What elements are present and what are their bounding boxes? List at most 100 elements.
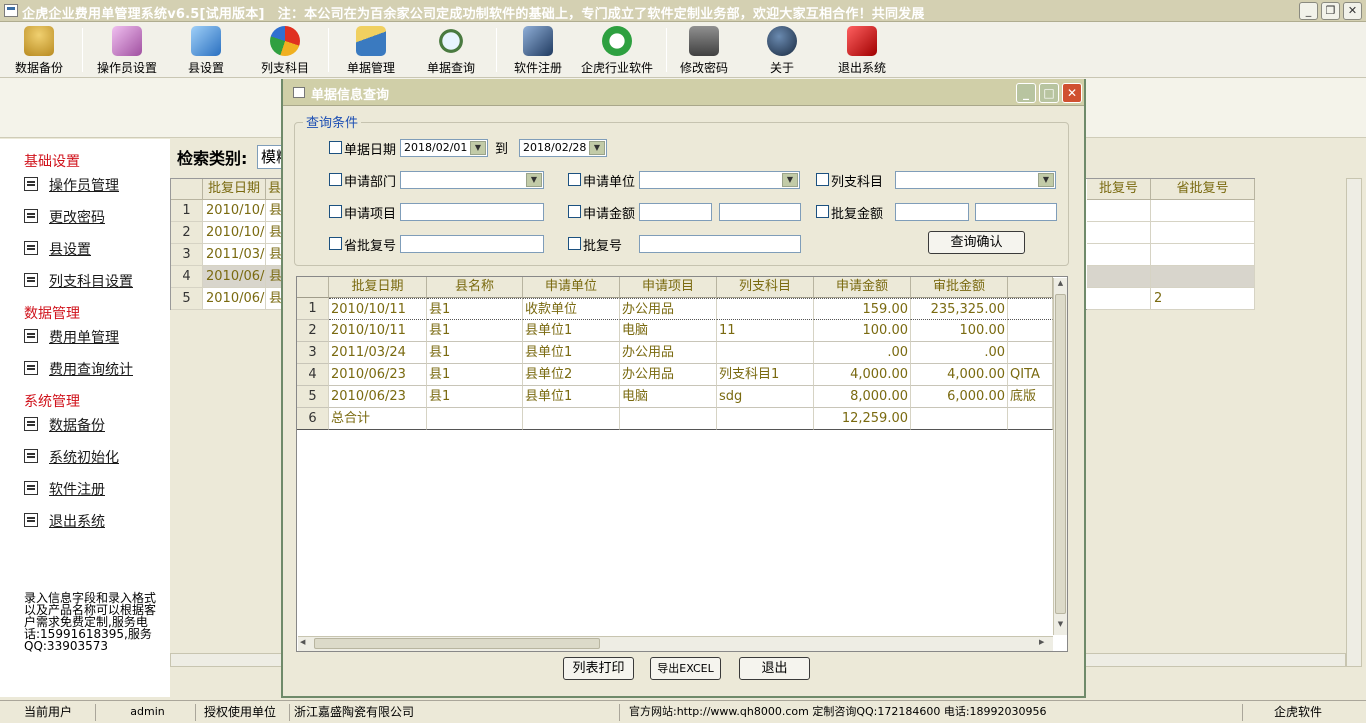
table-cell[interactable]: 2010/06/23 [329, 364, 427, 386]
amount-checkbox[interactable]: 申请金额 [568, 204, 638, 222]
table-cell[interactable] [717, 342, 814, 364]
table-cell[interactable]: 8,000.00 [814, 386, 911, 408]
grid-header-item[interactable]: 申请项目 [620, 277, 717, 298]
table-cell[interactable]: 县单位2 [523, 364, 620, 386]
table-cell[interactable]: 收款单位 [523, 298, 620, 320]
dialog-close-button[interactable]: ✕ [1062, 83, 1082, 103]
restore-button[interactable]: ❐ [1321, 2, 1340, 20]
grid-header-extra[interactable] [1008, 277, 1053, 298]
table-cell[interactable]: 2010/10/1 [203, 200, 266, 222]
approved-amount-checkbox[interactable]: 批复金额 [816, 204, 886, 222]
table-cell[interactable]: 电脑 [620, 320, 717, 342]
table-cell-selected[interactable]: 2010/06/2 [203, 266, 266, 288]
toolbar-industry-button[interactable]: 企虎行业软件 [578, 24, 656, 76]
chevron-down-icon[interactable]: ▼ [1038, 173, 1054, 187]
amount-max-input[interactable] [719, 203, 801, 221]
table-cell[interactable]: QITA [1008, 364, 1053, 386]
table-cell[interactable]: 办公用品 [620, 364, 717, 386]
amount-min-input[interactable] [639, 203, 712, 221]
table-cell[interactable]: 2011/03/24 [329, 342, 427, 364]
unit-checkbox[interactable]: 申请单位 [568, 172, 638, 190]
grid-header-approved[interactable]: 审批金额 [911, 277, 1008, 298]
toolbar-about-button[interactable]: 关于 [755, 24, 809, 76]
toolbar-doc-query-button[interactable]: 单据查询 [420, 24, 482, 76]
table-cell[interactable]: 县1 [427, 364, 523, 386]
subject-select[interactable]: ▼ [895, 171, 1056, 189]
query-confirm-button[interactable]: 查询确认 [928, 231, 1025, 254]
dept-checkbox[interactable]: 申请部门 [329, 172, 399, 190]
table-cell[interactable]: 6,000.00 [911, 386, 1008, 408]
close-button[interactable]: ✕ [1343, 2, 1362, 20]
results-vertical-scrollbar[interactable]: ▲ ▼ [1053, 278, 1067, 635]
table-cell[interactable]: 159.00 [814, 298, 911, 320]
dept-select[interactable]: ▼ [400, 171, 544, 189]
dialog-minimize-button[interactable]: _ [1016, 83, 1036, 103]
toolbar-county-button[interactable]: 县设置 [176, 24, 236, 76]
table-cell[interactable] [1087, 222, 1151, 244]
chevron-down-icon[interactable]: ▼ [782, 173, 798, 187]
table-cell[interactable]: .00 [814, 342, 911, 364]
table-cell[interactable]: 县单位1 [523, 342, 620, 364]
vertical-scrollbar[interactable] [1346, 178, 1362, 667]
table-cell[interactable]: 县1 [427, 342, 523, 364]
exit-button[interactable]: 退出 [739, 657, 810, 680]
table-cell[interactable]: 4,000.00 [911, 364, 1008, 386]
grid-header-county[interactable]: 县名称 [427, 277, 523, 298]
table-cell[interactable]: 4,000.00 [814, 364, 911, 386]
table-cell[interactable]: 县单位1 [523, 320, 620, 342]
scroll-right-icon[interactable]: ▶ [1039, 638, 1050, 649]
toolbar-subject-button[interactable]: 列支科目 [255, 24, 315, 76]
date-from-picker[interactable]: 2018/02/01 ▼ [400, 139, 488, 157]
table-cell[interactable]: 办公用品 [620, 342, 717, 364]
toolbar-doc-manage-button[interactable]: 单据管理 [340, 24, 402, 76]
date-checkbox[interactable]: 单据日期 [329, 140, 399, 158]
scroll-left-icon[interactable]: ◀ [300, 638, 311, 649]
table-cell[interactable]: 办公用品 [620, 298, 717, 320]
chevron-down-icon[interactable]: ▼ [589, 141, 605, 155]
approval-checkbox[interactable]: 批复号 [568, 236, 628, 254]
toolbar-exit-button[interactable]: 退出系统 [832, 24, 892, 76]
print-list-button[interactable]: 列表打印 [563, 657, 634, 680]
table-cell[interactable]: 235,325.00 [911, 298, 1008, 320]
scroll-down-icon[interactable]: ▼ [1055, 620, 1066, 631]
table-cell[interactable]: 列支科目1 [717, 364, 814, 386]
table-cell[interactable]: 100.00 [911, 320, 1008, 342]
approval-input[interactable] [639, 235, 801, 253]
prov-approval-input[interactable] [400, 235, 544, 253]
table-cell[interactable]: 2010/10/1 [203, 222, 266, 244]
date-to-picker[interactable]: 2018/02/28 ▼ [519, 139, 607, 157]
prov-approval-checkbox[interactable]: 省批复号 [329, 236, 399, 254]
table-cell-selected[interactable] [1087, 266, 1151, 288]
scroll-up-icon[interactable]: ▲ [1055, 279, 1066, 290]
table-cell[interactable] [1151, 244, 1255, 266]
item-checkbox[interactable]: 申请项目 [329, 204, 399, 222]
export-excel-button[interactable]: 导出EXCEL [650, 657, 721, 680]
table-cell[interactable] [1087, 200, 1151, 222]
table-cell[interactable] [1151, 200, 1255, 222]
grid-header-date[interactable]: 批复日期 [329, 277, 427, 298]
table-cell-selected[interactable] [1151, 266, 1255, 288]
table-cell[interactable] [1008, 298, 1053, 320]
approved-amount-max-input[interactable] [975, 203, 1057, 221]
table-cell[interactable]: 11 [717, 320, 814, 342]
scrollbar-thumb[interactable] [314, 638, 600, 649]
grid-header-amount[interactable]: 申请金额 [814, 277, 911, 298]
table-cell[interactable] [1008, 320, 1053, 342]
table-cell[interactable]: 2010/06/2 [203, 288, 266, 310]
table-cell[interactable] [1151, 222, 1255, 244]
results-horizontal-scrollbar[interactable]: ◀ ▶ [298, 636, 1053, 651]
minimize-button[interactable]: _ [1299, 2, 1318, 20]
toolbar-backup-button[interactable]: 数据备份 [8, 24, 70, 76]
table-cell[interactable]: 100.00 [814, 320, 911, 342]
subject-checkbox[interactable]: 列支科目 [816, 172, 886, 190]
table-cell[interactable]: .00 [911, 342, 1008, 364]
chevron-down-icon[interactable]: ▼ [526, 173, 542, 187]
unit-select[interactable]: ▼ [639, 171, 800, 189]
table-cell[interactable]: 2010/10/11 [329, 298, 427, 320]
toolbar-operator-button[interactable]: 操作员设置 [92, 24, 162, 76]
table-cell[interactable]: 2011/03/2 [203, 244, 266, 266]
chevron-down-icon[interactable]: ▼ [470, 141, 486, 155]
table-cell[interactable] [717, 298, 814, 320]
item-input[interactable] [400, 203, 544, 221]
grid-header-date[interactable]: 批复日期 [203, 179, 266, 200]
